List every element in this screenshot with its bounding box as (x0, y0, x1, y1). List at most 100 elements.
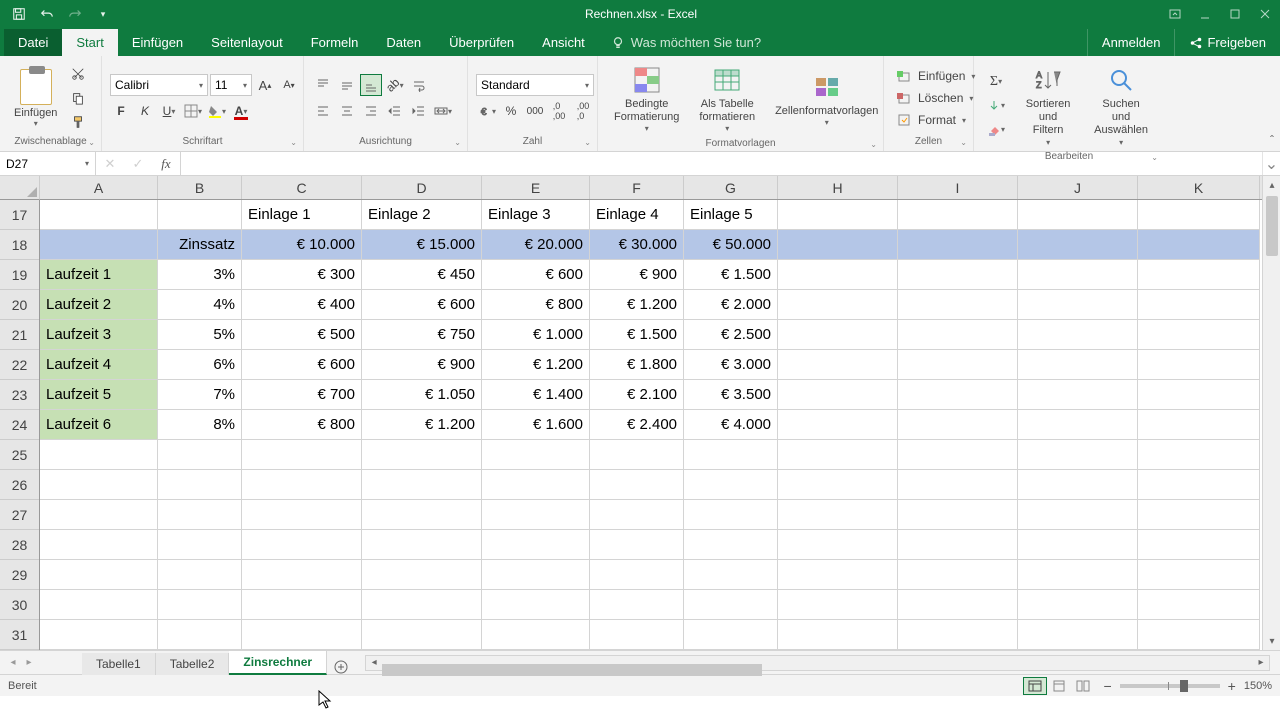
row-header-20[interactable]: 20 (0, 290, 39, 320)
hscroll-thumb[interactable] (382, 664, 762, 676)
cell-G21[interactable]: € 2.500 (684, 320, 778, 350)
increase-font-button[interactable]: A▴ (254, 74, 276, 96)
add-sheet-button[interactable] (327, 659, 355, 675)
row-header-18[interactable]: 18 (0, 230, 39, 260)
fill-color-button[interactable]: ▾ (206, 100, 228, 122)
row-header-23[interactable]: 23 (0, 380, 39, 410)
cell-G27[interactable] (684, 500, 778, 530)
cell-J30[interactable] (1018, 590, 1138, 620)
cell-G25[interactable] (684, 440, 778, 470)
cell-A22[interactable]: Laufzeit 4 (40, 350, 158, 380)
cell-H26[interactable] (778, 470, 898, 500)
cell-C25[interactable] (242, 440, 362, 470)
cell-K27[interactable] (1138, 500, 1260, 530)
thousands-format-button[interactable]: 000 (524, 100, 546, 122)
cell-F22[interactable]: € 1.800 (590, 350, 684, 380)
cell-E18[interactable]: € 20.000 (482, 230, 590, 260)
cell-D22[interactable]: € 900 (362, 350, 482, 380)
row-header-31[interactable]: 31 (0, 620, 39, 650)
cell-I26[interactable] (898, 470, 1018, 500)
cell-K26[interactable] (1138, 470, 1260, 500)
normal-view-button[interactable] (1023, 677, 1047, 695)
cell-E30[interactable] (482, 590, 590, 620)
cell-B29[interactable] (158, 560, 242, 590)
cell-K17[interactable] (1138, 200, 1260, 230)
clear-button[interactable]: ▾ (982, 119, 1010, 141)
cell-H25[interactable] (778, 440, 898, 470)
cell-E31[interactable] (482, 620, 590, 650)
cell-E29[interactable] (482, 560, 590, 590)
cell-J23[interactable] (1018, 380, 1138, 410)
cell-I23[interactable] (898, 380, 1018, 410)
cell-D21[interactable]: € 750 (362, 320, 482, 350)
undo-button[interactable] (36, 3, 58, 25)
borders-button[interactable]: ▾ (182, 100, 204, 122)
cell-K23[interactable] (1138, 380, 1260, 410)
cell-A26[interactable] (40, 470, 158, 500)
align-middle-button[interactable] (336, 74, 358, 96)
cell-B25[interactable] (158, 440, 242, 470)
tell-me-search[interactable]: Was möchten Sie tun? (599, 29, 773, 56)
cell-B28[interactable] (158, 530, 242, 560)
cell-E25[interactable] (482, 440, 590, 470)
cell-C27[interactable] (242, 500, 362, 530)
row-header-21[interactable]: 21 (0, 320, 39, 350)
cell-D25[interactable] (362, 440, 482, 470)
expand-formula-bar-button[interactable]: ⌄ (1262, 152, 1280, 175)
cell-B21[interactable]: 5% (158, 320, 242, 350)
find-select-button[interactable]: Suchen und Auswählen▾ (1086, 60, 1156, 151)
cell-H23[interactable] (778, 380, 898, 410)
cell-F30[interactable] (590, 590, 684, 620)
cell-A21[interactable]: Laufzeit 3 (40, 320, 158, 350)
insert-function-button[interactable]: fx (152, 156, 180, 172)
zoom-level[interactable]: 150% (1244, 680, 1272, 692)
cell-G20[interactable]: € 2.000 (684, 290, 778, 320)
page-break-view-button[interactable] (1071, 677, 1095, 695)
cell-K31[interactable] (1138, 620, 1260, 650)
cancel-formula-button[interactable]: ✕ (96, 156, 124, 172)
number-format-select[interactable]: Standard▾ (476, 74, 594, 96)
cell-J27[interactable] (1018, 500, 1138, 530)
cell-I20[interactable] (898, 290, 1018, 320)
cell-H31[interactable] (778, 620, 898, 650)
sheet-nav-next[interactable]: ▸ (22, 654, 36, 672)
cell-C18[interactable]: € 10.000 (242, 230, 362, 260)
percent-format-button[interactable]: % (500, 100, 522, 122)
cell-I30[interactable] (898, 590, 1018, 620)
cell-K20[interactable] (1138, 290, 1260, 320)
sheet-nav-prev[interactable]: ◂ (6, 654, 20, 672)
cell-H22[interactable] (778, 350, 898, 380)
paste-button[interactable]: Einfügen ▾ (8, 67, 63, 130)
col-header-B[interactable]: B (158, 176, 242, 199)
scroll-up-button[interactable]: ▴ (1263, 176, 1280, 194)
align-right-button[interactable] (360, 100, 382, 122)
cell-F20[interactable]: € 1.200 (590, 290, 684, 320)
accounting-format-button[interactable]: €▾ (476, 100, 498, 122)
align-bottom-button[interactable] (360, 74, 382, 96)
cell-G28[interactable] (684, 530, 778, 560)
cell-D27[interactable] (362, 500, 482, 530)
orientation-button[interactable]: ab▾ (384, 74, 406, 96)
scroll-thumb[interactable] (1266, 196, 1278, 256)
row-header-22[interactable]: 22 (0, 350, 39, 380)
cell-B19[interactable]: 3% (158, 260, 242, 290)
cell-I17[interactable] (898, 200, 1018, 230)
cell-K19[interactable] (1138, 260, 1260, 290)
row-header-26[interactable]: 26 (0, 470, 39, 500)
col-header-E[interactable]: E (482, 176, 590, 199)
cell-F26[interactable] (590, 470, 684, 500)
cell-C29[interactable] (242, 560, 362, 590)
align-center-button[interactable] (336, 100, 358, 122)
cell-G19[interactable]: € 1.500 (684, 260, 778, 290)
cell-D17[interactable]: Einlage 2 (362, 200, 482, 230)
cell-K30[interactable] (1138, 590, 1260, 620)
cell-A23[interactable]: Laufzeit 5 (40, 380, 158, 410)
cell-G23[interactable]: € 3.500 (684, 380, 778, 410)
cell-F29[interactable] (590, 560, 684, 590)
tab-view[interactable]: Ansicht (528, 29, 599, 56)
zoom-in-button[interactable]: + (1228, 678, 1236, 694)
cell-D20[interactable]: € 600 (362, 290, 482, 320)
cell-K21[interactable] (1138, 320, 1260, 350)
format-painter-button[interactable] (67, 111, 89, 133)
cell-B24[interactable]: 8% (158, 410, 242, 440)
